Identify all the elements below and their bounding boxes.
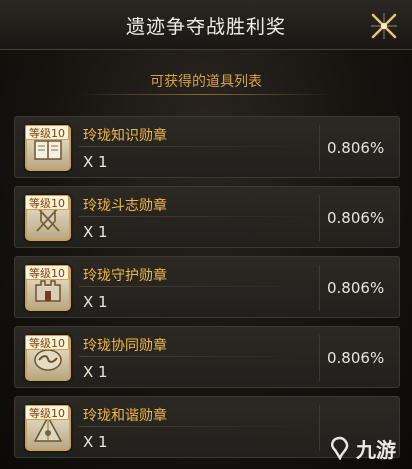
level-badge: 等级10 <box>25 265 69 280</box>
level-badge: 等级10 <box>25 335 69 350</box>
item-name: 玲珑守护勋章 <box>83 268 167 284</box>
drop-rate: 0.806% <box>327 209 385 227</box>
logo-icon <box>331 436 349 460</box>
item-quantity: X 1 <box>83 433 108 451</box>
list-item[interactable]: 等级10 玲珑斗志勋章 X 1 0.806% <box>14 186 400 248</box>
list-subtitle: 可获得的道具列表 <box>150 74 262 90</box>
item-divider <box>79 356 311 357</box>
item-name: 玲珑斗志勋章 <box>83 198 167 214</box>
item-quantity: X 1 <box>83 223 108 241</box>
item-name: 玲珑和谐勋章 <box>83 408 167 424</box>
item-divider <box>79 286 311 287</box>
item-divider <box>79 146 311 147</box>
list-item[interactable]: 等级10 玲珑知识勋章 X 1 0.806% <box>14 116 400 178</box>
item-quantity: X 1 <box>83 293 108 311</box>
subtitle-divider <box>80 94 332 95</box>
drop-rate: 0.806% <box>327 349 385 367</box>
list-item[interactable]: 等级10 玲珑守护勋章 X 1 0.806% <box>14 256 400 318</box>
level-badge: 等级10 <box>25 405 69 420</box>
item-name: 玲珑知识勋章 <box>83 128 167 144</box>
level-badge: 等级10 <box>25 195 69 210</box>
level-badge: 等级10 <box>25 125 69 140</box>
item-name: 玲珑协同勋章 <box>83 338 167 354</box>
reward-panel: 遗迹争夺战胜利奖 可获得的道具列表 等级10 玲珑知识勋章 X 1 0.806%… <box>0 0 412 469</box>
page-title: 遗迹争夺战胜利奖 <box>125 16 286 38</box>
close-button[interactable] <box>362 6 406 46</box>
watermark-text: 九游 <box>356 437 396 462</box>
column-separator <box>319 405 320 451</box>
item-divider <box>79 426 311 427</box>
watermark: 九游 <box>328 433 408 463</box>
item-quantity: X 1 <box>83 153 108 171</box>
close-icon <box>371 13 397 39</box>
column-separator <box>319 125 320 171</box>
title-bar: 遗迹争夺战胜利奖 <box>0 0 412 50</box>
column-separator <box>319 265 320 311</box>
drop-rate: 0.806% <box>327 279 385 297</box>
drop-rate: 0.806% <box>327 139 385 157</box>
item-divider <box>79 216 311 217</box>
item-quantity: X 1 <box>83 363 108 381</box>
column-separator <box>319 335 320 381</box>
column-separator <box>319 195 320 241</box>
list-item[interactable]: 等级10 玲珑协同勋章 X 1 0.806% <box>14 326 400 388</box>
